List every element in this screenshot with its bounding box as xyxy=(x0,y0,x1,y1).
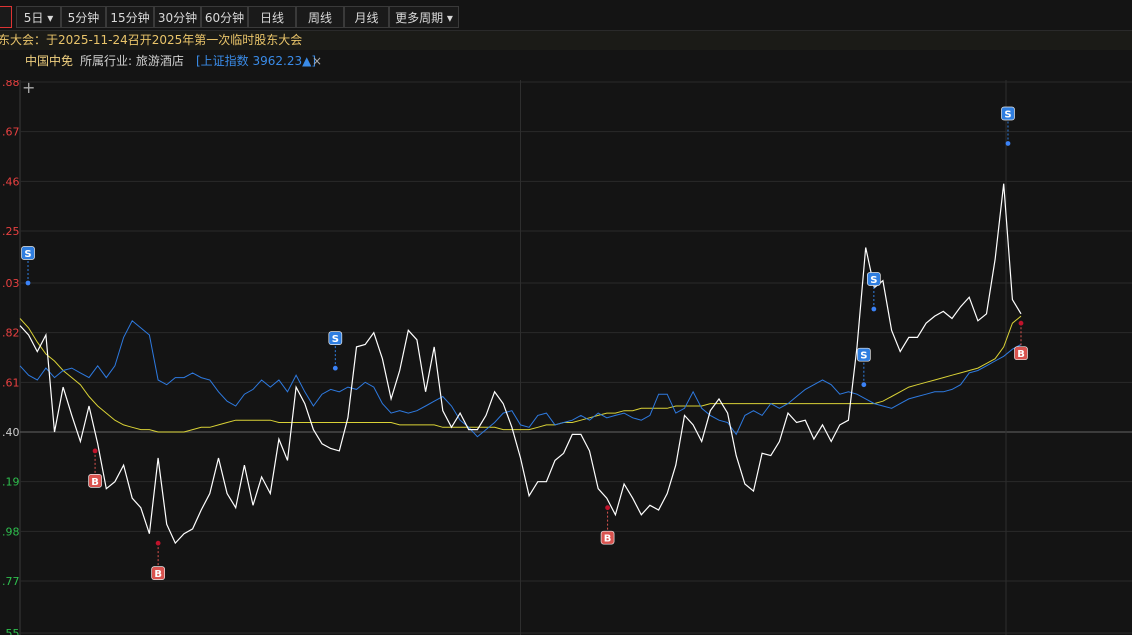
tab-more-periods[interactable]: 更多周期 ▾ xyxy=(389,6,459,28)
marker-dot xyxy=(92,448,98,454)
intraday-chart[interactable]: .88 .67 .46 .25 .03 .82 .61 .40 .19 .98 .77 .55 S B B… xyxy=(0,80,1132,635)
marker-dot xyxy=(155,540,161,546)
sell-marker-label: S xyxy=(332,334,339,345)
sell-marker-label: S xyxy=(24,249,31,260)
tab-5day[interactable]: 5日 ▾ xyxy=(16,6,61,28)
marker-dot xyxy=(861,382,867,388)
index-overlay-label[interactable]: [上证指数 3962.23▲] xyxy=(196,52,316,70)
tab-daily[interactable]: 日线 xyxy=(248,6,296,28)
tab-5min[interactable]: 5分钟 xyxy=(61,6,106,28)
marker-dot xyxy=(605,505,610,511)
y-tick-label: .03 xyxy=(2,277,20,290)
period-toolbar: 5日 ▾ 5分钟 15分钟 30分钟 60分钟 日线 周线 月线 更多周期 ▾ xyxy=(0,0,1132,31)
chart-grid xyxy=(19,80,1132,635)
shareholder-meeting-notice: 股东大会：于2025-11-24召开2025年第一次临时股东大会 xyxy=(0,31,1132,50)
tab-15min[interactable]: 15分钟 xyxy=(106,6,154,28)
y-tick-label: .25 xyxy=(2,225,20,238)
y-tick-label: .88 xyxy=(2,80,20,89)
y-tick-label: .98 xyxy=(2,525,20,538)
y-tick-label: .61 xyxy=(2,376,20,389)
buy-marker-label: B xyxy=(604,534,612,545)
buy-marker-label: B xyxy=(91,477,99,488)
sell-marker-label: S xyxy=(1004,109,1011,120)
marker-dot xyxy=(332,365,338,371)
y-tick-label: .55 xyxy=(2,627,20,635)
y-tick-label: .77 xyxy=(2,575,20,588)
stock-name[interactable]: 中国中免 xyxy=(25,52,73,70)
sell-marker-label: S xyxy=(870,275,877,286)
buy-marker-label: B xyxy=(154,569,162,580)
tab-60min[interactable]: 60分钟 xyxy=(201,6,248,28)
y-tick-label: .67 xyxy=(2,126,20,139)
marker-dot xyxy=(871,306,877,312)
marker-dot xyxy=(25,280,31,286)
tab-partial[interactable] xyxy=(0,6,12,28)
y-tick-label: .19 xyxy=(2,476,20,489)
trade-markers: S B B S B S S S B xyxy=(21,106,1028,580)
marker-dot xyxy=(1005,141,1011,146)
industry-label: 所属行业: 旅游酒店 xyxy=(80,54,184,68)
tab-30min[interactable]: 30分钟 xyxy=(154,6,201,28)
tab-weekly[interactable]: 周线 xyxy=(296,6,344,28)
y-tick-label: .46 xyxy=(2,175,20,188)
close-icon[interactable]: × xyxy=(312,52,322,70)
marker-dot xyxy=(1018,320,1024,326)
buy-marker-label: B xyxy=(1017,349,1025,360)
y-tick-label: .40 xyxy=(2,426,20,439)
crosshair-icon[interactable]: + xyxy=(22,80,35,97)
notice-text: 股东大会：于2025-11-24召开2025年第一次临时股东大会 xyxy=(0,33,303,47)
y-tick-label: .82 xyxy=(2,327,20,340)
y-axis-labels: .88 .67 .46 .25 .03 .82 .61 .40 .19 .98 .77 .55 xyxy=(2,80,20,635)
sell-marker-label: S xyxy=(860,351,867,362)
tab-monthly[interactable]: 月线 xyxy=(344,6,389,28)
